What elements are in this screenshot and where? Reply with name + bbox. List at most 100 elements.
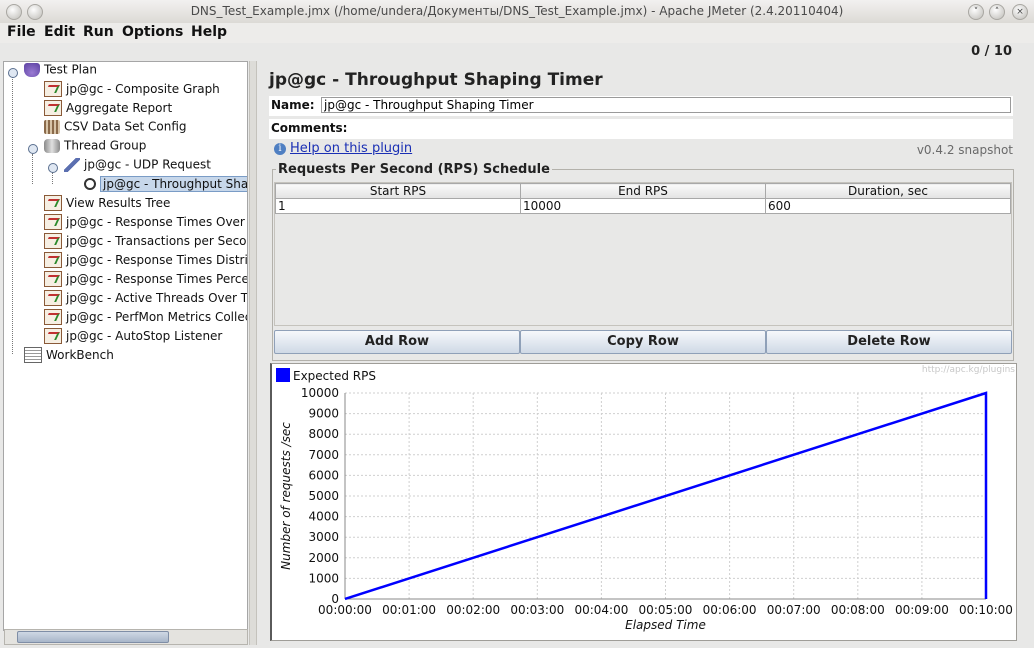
copy-row-button[interactable]: Copy Row bbox=[520, 330, 766, 354]
tree-item-transactions-per-second[interactable]: jp@gc - Transactions per Second bbox=[44, 233, 247, 251]
x-tick-label: 00:01:00 bbox=[382, 603, 436, 617]
minimize-icon[interactable]: ˅ bbox=[968, 4, 984, 20]
y-tick-label: 7000 bbox=[308, 448, 339, 462]
schedule-table[interactable]: Start RPS End RPS Duration, sec 1 10000 … bbox=[274, 182, 1012, 326]
y-tick-label: 5000 bbox=[308, 489, 339, 503]
tree-item-thread-group[interactable]: Thread Group bbox=[44, 138, 146, 156]
y-tick-label: 3000 bbox=[308, 530, 339, 544]
x-tick-label: 00:09:00 bbox=[895, 603, 949, 617]
cell-end-rps[interactable]: 10000 bbox=[520, 198, 766, 214]
name-field[interactable] bbox=[321, 97, 1011, 113]
timer-config-panel: jp@gc - Throughput Shaping Timer Name: C… bbox=[260, 61, 1018, 645]
tree-item-autostop-listener[interactable]: jp@gc - AutoStop Listener bbox=[44, 328, 222, 346]
pipette-icon bbox=[64, 157, 80, 172]
menu-file[interactable]: File bbox=[7, 24, 36, 40]
x-tick-label: 00:02:00 bbox=[446, 603, 500, 617]
y-tick-label: 4000 bbox=[308, 510, 339, 524]
y-axis-label: Number of requests /sec bbox=[279, 422, 293, 570]
expand-toggle-icon[interactable] bbox=[48, 163, 58, 173]
graph-icon bbox=[44, 214, 62, 230]
spool-icon bbox=[44, 138, 60, 153]
config-icon bbox=[44, 119, 60, 134]
graph-icon bbox=[44, 271, 62, 287]
x-tick-label: 00:04:00 bbox=[574, 603, 628, 617]
table-header: Start RPS End RPS Duration, sec bbox=[275, 183, 1011, 199]
tree-item-udp-request[interactable]: jp@gc - UDP Request bbox=[64, 157, 211, 175]
window-title: DNS_Test_Example.jmx (/home/undera/Докум… bbox=[190, 4, 844, 18]
help-link[interactable]: Help on this plugin bbox=[290, 141, 412, 156]
menu-options[interactable]: Options bbox=[122, 24, 183, 40]
scrollbar-thumb[interactable] bbox=[17, 631, 169, 643]
close-icon[interactable]: × bbox=[1012, 4, 1028, 20]
cell-duration[interactable]: 600 bbox=[765, 198, 1011, 214]
menu-help[interactable]: Help bbox=[191, 24, 227, 40]
delete-row-button[interactable]: Delete Row bbox=[766, 330, 1012, 354]
x-tick-label: 00:00:00 bbox=[318, 603, 372, 617]
table-row[interactable]: 1 10000 600 bbox=[275, 198, 1011, 214]
y-tick-label: 6000 bbox=[308, 468, 339, 482]
tree-item-view-results-tree[interactable]: View Results Tree bbox=[44, 195, 170, 213]
name-row: Name: bbox=[269, 96, 1013, 116]
tree-item-perfmon-metrics-collector[interactable]: jp@gc - PerfMon Metrics Collector bbox=[44, 309, 247, 327]
clipboard-icon bbox=[24, 347, 42, 363]
tree-item-response-times-over-time[interactable]: jp@gc - Response Times Over Time bbox=[44, 214, 247, 232]
graph-icon bbox=[44, 195, 62, 211]
x-tick-label: 00:10:00 bbox=[959, 603, 1013, 617]
column-header-duration[interactable]: Duration, sec bbox=[765, 183, 1011, 199]
flask-icon bbox=[24, 62, 40, 77]
graph-icon bbox=[44, 233, 62, 249]
menu-bar: File Edit Run Options Help bbox=[0, 23, 1034, 43]
tree-item-test-plan[interactable]: Test Plan bbox=[24, 62, 97, 80]
tree-item-active-threads-over-time[interactable]: jp@gc - Active Threads Over Time bbox=[44, 290, 247, 308]
add-row-button[interactable]: Add Row bbox=[274, 330, 520, 354]
legend-swatch bbox=[276, 368, 290, 382]
expand-toggle-icon[interactable] bbox=[28, 144, 38, 154]
graph-icon bbox=[44, 81, 62, 97]
name-label: Name: bbox=[271, 98, 315, 112]
version-label: v0.4.2 snapshot bbox=[916, 143, 1013, 157]
help-row: i Help on this plugin v0.4.2 snapshot bbox=[269, 140, 1013, 160]
graph-icon bbox=[44, 290, 62, 306]
tree-item-composite-graph[interactable]: jp@gc - Composite Graph bbox=[44, 81, 220, 99]
chart-watermark: http://apc.kg/plugins bbox=[922, 365, 1015, 375]
x-axis-label: Elapsed Time bbox=[625, 618, 706, 632]
test-plan-tree[interactable]: Test Plan jp@gc - Composite Graph Aggreg… bbox=[3, 61, 248, 631]
comments-row[interactable]: Comments: bbox=[269, 119, 1013, 139]
x-tick-label: 00:05:00 bbox=[639, 603, 693, 617]
x-tick-label: 00:06:00 bbox=[703, 603, 757, 617]
split-pane-divider[interactable] bbox=[249, 61, 257, 645]
menu-run[interactable]: Run bbox=[83, 24, 114, 40]
tree-item-response-times-percentiles[interactable]: jp@gc - Response Times Percentiles bbox=[44, 271, 247, 289]
stopwatch-icon bbox=[84, 177, 96, 190]
schedule-buttons: Add Row Copy Row Delete Row bbox=[274, 330, 1012, 354]
x-tick-label: 00:03:00 bbox=[510, 603, 564, 617]
y-tick-label: 10000 bbox=[301, 386, 339, 400]
info-icon: i bbox=[274, 143, 286, 155]
tree-horizontal-scrollbar[interactable] bbox=[4, 629, 248, 645]
rps-schedule-group: Requests Per Second (RPS) Schedule Start… bbox=[272, 162, 1014, 361]
expected-rps-chart: http://apc.kg/plugins Expected RPS 0 1000 20… bbox=[270, 363, 1017, 641]
expand-toggle-icon[interactable] bbox=[8, 68, 18, 78]
x-tick-label: 00:07:00 bbox=[767, 603, 821, 617]
tree-item-csv-data-set-config[interactable]: CSV Data Set Config bbox=[44, 119, 187, 137]
active-threads-counter: 0 / 10 bbox=[971, 44, 1012, 59]
menu-edit[interactable]: Edit bbox=[44, 24, 75, 40]
y-tick-label: 1000 bbox=[308, 571, 339, 585]
schedule-title: Requests Per Second (RPS) Schedule bbox=[276, 162, 552, 177]
graph-icon bbox=[44, 252, 62, 268]
legend-label: Expected RPS bbox=[293, 369, 376, 383]
graph-icon bbox=[44, 328, 62, 344]
cell-start-rps[interactable]: 1 bbox=[275, 198, 521, 214]
tree-item-throughput-shaping-timer[interactable]: jp@gc - Throughput Shaping Timer bbox=[84, 175, 247, 194]
tree-item-workbench[interactable]: WorkBench bbox=[24, 347, 114, 365]
column-header-end-rps[interactable]: End RPS bbox=[520, 183, 766, 199]
x-tick-label: 00:08:00 bbox=[831, 603, 885, 617]
tree-item-response-times-distribution[interactable]: jp@gc - Response Times Distribution bbox=[44, 252, 247, 270]
graph-icon bbox=[44, 100, 62, 116]
column-header-start-rps[interactable]: Start RPS bbox=[275, 183, 521, 199]
comments-label: Comments: bbox=[271, 121, 348, 135]
tree-item-aggregate-report[interactable]: Aggregate Report bbox=[44, 100, 172, 118]
chart-svg: http://apc.kg/pluginsExpected RPS0100020… bbox=[276, 365, 1015, 632]
window-titlebar: DNS_Test_Example.jmx (/home/undera/Докум… bbox=[0, 0, 1034, 24]
maximize-icon[interactable]: ˄ bbox=[989, 4, 1005, 20]
